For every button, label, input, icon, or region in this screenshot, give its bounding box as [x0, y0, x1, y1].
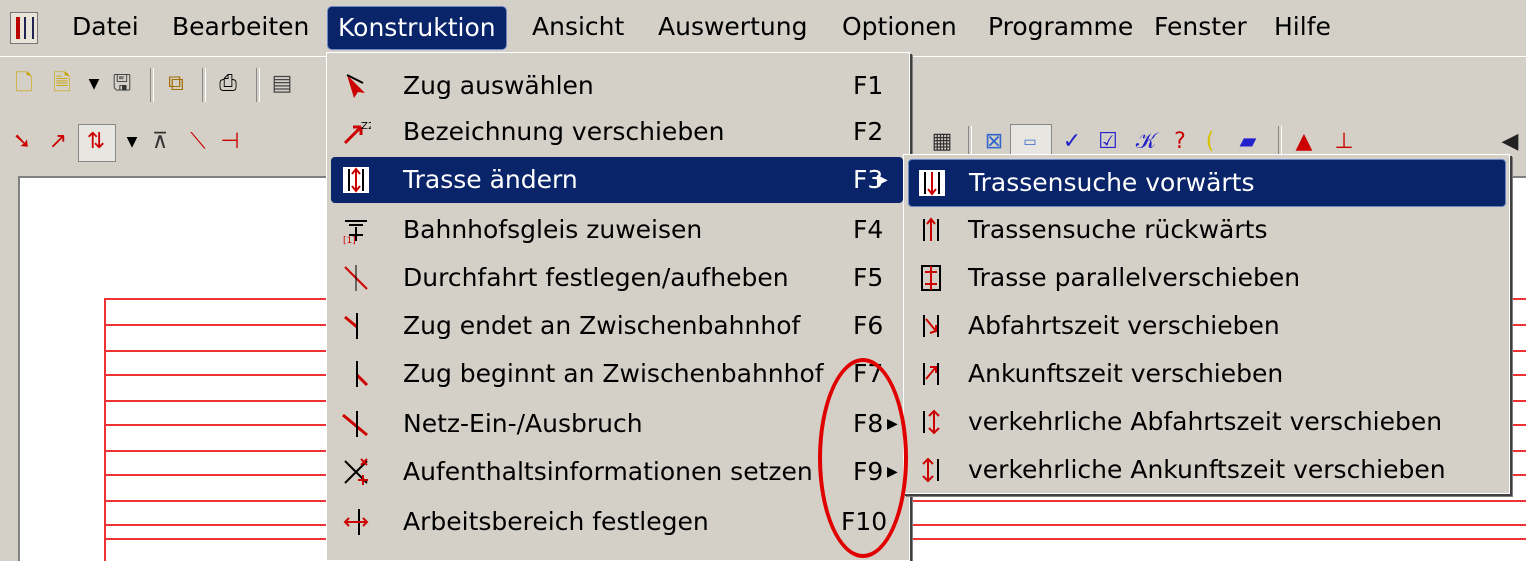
submenu-item-parallelverschieben[interactable]: Trasse parallelverschieben [908, 255, 1504, 301]
menu-item-zug-beginnt[interactable]: Zug beginnt an Zwischenbahnhof F7 [331, 351, 903, 397]
traffic-arrival-icon [922, 457, 939, 483]
menu-item-trasse-aendern[interactable]: Trasse ändern F3 ▶ [331, 157, 903, 203]
search-backward-icon [923, 217, 939, 241]
app-icon[interactable] [10, 12, 38, 44]
new-file-icon[interactable]: 🗋 [10, 70, 38, 98]
trasse-submenu: Trassensuche vorwärts Trassensuche rückw… [903, 154, 1510, 494]
trasse-change-icon: ⇅ [86, 129, 106, 154]
open-file-icon[interactable]: 🗎 [48, 70, 76, 98]
work-area-icon [343, 509, 369, 535]
question-icon[interactable]: ? [1166, 128, 1194, 156]
menu-fenster[interactable]: Fenster [1144, 6, 1257, 48]
graph-mode-icon: ▭ [1023, 134, 1037, 150]
toolbar-file: 🗋 🗎 ▼ 🖫 ⧉ ⎙ ▤ [0, 58, 330, 110]
submenu-item-verkehrliche-ankunftszeit[interactable]: verkehrliche Ankunftszeit verschieben [908, 447, 1504, 493]
save-icon[interactable]: 🖫 [108, 70, 136, 98]
network-entry-icon [342, 411, 368, 437]
train-ends-icon [344, 313, 358, 339]
graph-icon[interactable]: ⊠ [980, 128, 1008, 156]
preview-icon[interactable]: ▤ [268, 70, 296, 98]
print-icon[interactable]: ⎙ [214, 70, 242, 98]
menu-item-durchfahrt[interactable]: Durchfahrt festlegen/aufheben F5 [331, 255, 903, 301]
trasse-change-icon [343, 167, 369, 193]
menu-auswertung[interactable]: Auswertung [648, 6, 817, 48]
departure-shift-icon [923, 315, 939, 337]
menu-item-arbeitsbereich[interactable]: Arbeitsbereich festlegen F10 [331, 499, 903, 545]
menu-konstruktion[interactable]: Konstruktion [327, 6, 507, 50]
graph-axis [104, 298, 106, 561]
menu-hilfe[interactable]: Hilfe [1264, 6, 1341, 48]
parallelogram-icon[interactable]: ▰ [1234, 128, 1262, 156]
parallel-shift-icon [921, 265, 941, 291]
svg-text:Z2: Z2 [361, 121, 371, 132]
submenu-item-verkehrliche-abfahrtszeit[interactable]: verkehrliche Abfahrtszeit verschieben [908, 399, 1504, 445]
menu-item-netz-ein-ausbruch[interactable]: Netz-Ein-/Ausbruch F8 ▶ [331, 401, 903, 447]
toolbar-separator [202, 68, 206, 102]
train-ends-icon[interactable]: ⊣ [216, 128, 244, 156]
anchor-icon[interactable]: ⊥ [1330, 128, 1358, 156]
k-icon[interactable]: 𝒦 [1132, 128, 1160, 156]
search-forward-icon [919, 170, 945, 196]
label-move-icon: Z2 [343, 121, 371, 145]
menu-item-zug-auswaehlen[interactable]: Zug auswählen F1 [331, 63, 903, 109]
pass-through-icon [344, 265, 368, 291]
submenu-item-trassensuche-vorwaerts[interactable]: Trassensuche vorwärts [908, 159, 1506, 207]
menu-programme[interactable]: Programme [978, 6, 1143, 48]
menu-ansicht[interactable]: Ansicht [522, 6, 634, 48]
pass-through-icon[interactable]: ⟍ [184, 128, 212, 156]
traffic-departure-icon [923, 409, 940, 435]
arrow-left-icon[interactable]: ◀ [1496, 128, 1524, 156]
menu-bearbeiten[interactable]: Bearbeiten [162, 6, 319, 48]
station-track-icon: [1] [343, 220, 367, 245]
menu-bar: Datei Bearbeiten Konstruktion Ansicht Au… [0, 0, 1526, 57]
check-icon[interactable]: ✓ [1058, 128, 1086, 156]
calendar-icon[interactable]: ▦ [928, 128, 956, 156]
toolbar-separator [150, 68, 154, 102]
submenu-item-trassensuche-rueckwaerts[interactable]: Trassensuche rückwärts [908, 207, 1504, 253]
toolbar-separator [256, 68, 260, 102]
triangle-icon[interactable]: ▲ [1290, 128, 1318, 156]
arrival-shift-icon [923, 363, 939, 385]
train-starts-icon [355, 361, 369, 387]
curve-icon[interactable]: ( [1196, 128, 1224, 156]
submenu-item-ankunftszeit[interactable]: Ankunftszeit verschieben [908, 351, 1504, 397]
menu-item-bahnhofsgleis[interactable]: [1] Bahnhofsgleis zuweisen F4 [331, 207, 903, 253]
submenu-arrow-icon: ▶ [877, 172, 888, 188]
menu-datei[interactable]: Datei [62, 6, 149, 48]
svg-text:[1]: [1] [343, 236, 356, 245]
station-track-icon[interactable]: ⊼ [146, 128, 174, 156]
menu-optionen[interactable]: Optionen [832, 6, 967, 48]
chevron-down-icon[interactable]: ▼ [80, 70, 108, 98]
label-move-icon[interactable]: ↗ [44, 128, 72, 156]
annotation-ellipse [818, 358, 908, 558]
check-box-icon[interactable]: ☑ [1094, 128, 1122, 156]
copy-icon[interactable]: ⧉ [162, 70, 190, 98]
cursor-arrow-icon[interactable]: ➘ [8, 128, 36, 156]
submenu-item-abfahrtszeit[interactable]: Abfahrtszeit verschieben [908, 303, 1504, 349]
cursor-arrow-icon [346, 74, 365, 98]
menu-item-zug-endet[interactable]: Zug endet an Zwischenbahnhof F6 [331, 303, 903, 349]
menu-item-bezeichnung-verschieben[interactable]: Z2 Bezeichnung verschieben F2 [331, 109, 903, 155]
chevron-down-icon[interactable]: ▼ [118, 128, 146, 156]
stay-info-icon [344, 458, 368, 485]
